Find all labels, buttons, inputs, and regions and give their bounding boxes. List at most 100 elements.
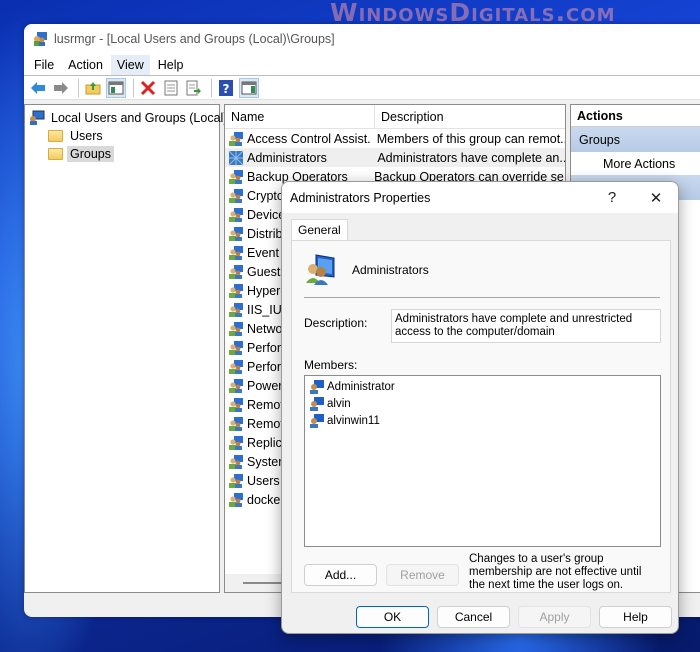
action-more-actions[interactable]: More Actions: [571, 152, 700, 175]
general-tab-page: Administrators Description: Administrato…: [291, 240, 671, 593]
tree-root-label: Local Users and Groups (Local): [51, 111, 228, 125]
group-description: Administrators have complete an...: [377, 150, 565, 165]
scrollbar-thumb[interactable]: [243, 582, 283, 584]
group-icon: [229, 492, 243, 507]
member-item[interactable]: alvin: [309, 395, 656, 412]
administrators-group-icon: [228, 150, 244, 165]
members-list[interactable]: Administrator alvin alvinwin11: [304, 375, 661, 547]
group-name: Event l: [247, 245, 286, 260]
back-arrow-icon: [31, 81, 45, 94]
tab-strip: General: [291, 219, 348, 241]
tree-item-users-label: Users: [70, 129, 103, 143]
group-icon: [229, 454, 243, 469]
export-list-button[interactable]: [184, 78, 204, 98]
forward-arrow-icon: [54, 81, 68, 94]
group-icon: [229, 416, 243, 431]
column-header-name[interactable]: Name: [225, 105, 375, 129]
svg-text:?: ?: [223, 82, 230, 96]
help-toolbar-button[interactable]: ?: [216, 78, 236, 98]
list-item[interactable]: Administrators Administrators have comple…: [225, 148, 565, 167]
tab-general[interactable]: General: [291, 219, 348, 241]
menu-view[interactable]: View: [110, 54, 150, 75]
folder-icon: [48, 148, 63, 160]
group-icon: [229, 245, 243, 260]
add-button[interactable]: Add...: [304, 564, 377, 586]
group-name: Administrators: [352, 263, 429, 277]
list-item[interactable]: Access Control Assist... Members of this …: [225, 129, 565, 148]
column-header-description[interactable]: Description: [375, 105, 444, 129]
description-label: Description:: [304, 316, 368, 330]
up-one-level-button[interactable]: [83, 78, 103, 98]
menu-action[interactable]: Action: [62, 55, 109, 75]
delete-button[interactable]: [138, 78, 158, 98]
group-name: Perfori: [247, 359, 284, 374]
show-hide-action-pane-button[interactable]: [239, 77, 259, 98]
menu-bar: File Action View Help: [24, 54, 700, 76]
group-icon: [229, 378, 243, 393]
toolbar: ?: [24, 76, 700, 100]
group-name: Distrib: [247, 226, 283, 241]
window-title: lusrmgr - [Local Users and Groups (Local…: [54, 32, 335, 46]
show-hide-console-tree-button[interactable]: [106, 77, 126, 98]
group-name: Remot: [247, 416, 284, 431]
user-icon: [310, 379, 324, 394]
list-header: Name Description: [225, 105, 565, 129]
group-icon: [229, 169, 243, 184]
tree-item-groups[interactable]: Groups: [25, 145, 219, 163]
properties-button[interactable]: [161, 78, 181, 98]
group-icon: [229, 473, 243, 488]
member-name: Administrator: [327, 380, 395, 393]
group-icon: [229, 397, 243, 412]
menu-help[interactable]: Help: [152, 55, 190, 75]
description-field[interactable]: Administrators have complete and unrestr…: [391, 309, 661, 343]
forward-button[interactable]: [51, 78, 71, 98]
tree-root[interactable]: Local Users and Groups (Local): [25, 109, 227, 127]
remove-button[interactable]: Remove: [386, 564, 459, 586]
group-icon: [229, 131, 243, 146]
dialog-close-button[interactable]: ✕: [634, 189, 678, 207]
toolbar-separator: [78, 78, 79, 97]
actions-title: Actions: [571, 105, 700, 127]
group-name: Access Control Assist...: [247, 131, 371, 146]
members-label: Members:: [304, 358, 358, 372]
properties-icon: [164, 80, 178, 95]
group-icon: [229, 207, 243, 222]
dialog-title-bar: Administrators Properties ? ✕: [282, 182, 678, 213]
group-description: Members of this group can remot...: [376, 131, 565, 146]
membership-note: Changes to a user's group membership are…: [469, 553, 642, 591]
group-name: docker: [247, 492, 285, 507]
group-name: Users: [247, 473, 280, 488]
ok-button[interactable]: OK: [356, 606, 429, 628]
folder-icon: [48, 130, 63, 142]
tree-item-users[interactable]: Users: [25, 127, 219, 145]
users-groups-app-icon: [34, 32, 47, 46]
group-icon: [229, 321, 243, 336]
actions-group-groups[interactable]: Groups: [571, 127, 700, 152]
group-icon: [229, 226, 243, 241]
title-bar: lusrmgr - [Local Users and Groups (Local…: [24, 24, 700, 54]
menu-file[interactable]: File: [28, 55, 60, 75]
administrators-properties-dialog: Administrators Properties ? ✕ General Ad…: [281, 181, 679, 634]
group-name: Netwo: [247, 321, 283, 336]
up-folder-icon: [85, 81, 101, 94]
group-name: Administrators: [247, 150, 327, 165]
group-icon: [229, 340, 243, 355]
watermark: WindowsDigitals.com: [330, 0, 616, 27]
divider: [304, 297, 660, 298]
dialog-title: Administrators Properties: [290, 190, 431, 205]
member-item[interactable]: alvinwin11: [309, 412, 656, 429]
member-item[interactable]: Administrator: [309, 378, 656, 395]
group-icon: [229, 435, 243, 450]
group-icon: [229, 359, 243, 374]
user-icon: [310, 413, 324, 428]
dialog-help-button[interactable]: ?: [590, 189, 634, 206]
cancel-button[interactable]: Cancel: [437, 606, 510, 628]
tree-item-groups-label: Groups: [67, 146, 114, 162]
help-button[interactable]: Help: [599, 606, 672, 628]
back-button[interactable]: [28, 78, 48, 98]
console-tree: Local Users and Groups (Local) Users Gro…: [24, 104, 227, 593]
toolbar-separator: [133, 78, 134, 97]
group-name: Hyper-: [247, 283, 285, 298]
help-icon: ?: [219, 79, 233, 96]
apply-button[interactable]: Apply: [518, 606, 591, 628]
